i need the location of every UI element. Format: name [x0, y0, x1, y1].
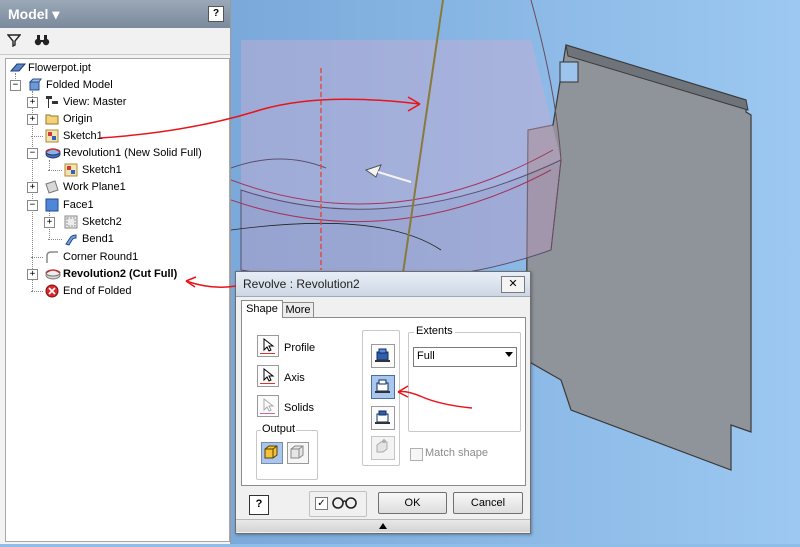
tree-item-folded-model[interactable]: − Folded Model	[10, 77, 220, 93]
tree-item-face1[interactable]: − Face1	[27, 197, 217, 213]
profile-label: Profile	[284, 342, 316, 354]
close-button[interactable]: ✕	[501, 276, 525, 293]
cursor-icon	[263, 398, 275, 412]
collapse-icon[interactable]: −	[27, 148, 38, 159]
part-file-icon	[9, 61, 27, 75]
sketch-icon	[64, 215, 78, 229]
extents-value: Full	[417, 350, 435, 362]
cut-button[interactable]	[371, 375, 395, 399]
expand-icon[interactable]: +	[27, 114, 38, 125]
axis-select-button[interactable]	[257, 365, 279, 387]
dialog-title: Revolve : Revolution2	[243, 277, 360, 291]
operation-group	[362, 330, 400, 466]
new-solid-button[interactable]	[371, 436, 395, 460]
folded-model-icon	[28, 78, 42, 92]
extents-group: Extents Full	[408, 325, 521, 432]
intersect-icon	[375, 410, 390, 424]
join-button[interactable]	[371, 344, 395, 368]
profile-select-button[interactable]	[257, 335, 279, 357]
revolve-dialog: Revolve : Revolution2 ✕ Shape More Profi…	[235, 271, 531, 534]
tree-item-origin[interactable]: + Origin	[27, 111, 217, 127]
model-tree: Flowerpot.ipt − Folded Model + View: Mas…	[5, 58, 230, 542]
output-solid-button[interactable]	[261, 442, 283, 464]
browser-title[interactable]: Model ▾	[8, 6, 59, 23]
surface-icon	[290, 445, 304, 459]
browser-title-bar[interactable]: Model ▾ ?	[0, 0, 230, 28]
axis-label: Axis	[284, 372, 305, 384]
expand-icon[interactable]: +	[44, 217, 55, 228]
match-shape-label: Match shape	[425, 447, 488, 459]
extents-dropdown[interactable]: Full	[413, 347, 517, 367]
tab-more[interactable]: More	[282, 302, 314, 318]
cancel-button[interactable]: Cancel	[453, 492, 523, 514]
corner-round-icon	[45, 250, 59, 264]
tree-item-root[interactable]: Flowerpot.ipt	[9, 60, 220, 76]
tree-item-sketch1[interactable]: Sketch1	[27, 128, 217, 144]
chevron-down-icon	[505, 352, 513, 357]
bend-icon	[64, 232, 78, 246]
tree-item-workplane[interactable]: + Work Plane1	[27, 179, 217, 195]
output-label: Output	[261, 423, 297, 435]
help-icon[interactable]: ?	[208, 6, 224, 22]
shape-tab-panel: Profile Axis Solids Output Extents Full …	[241, 317, 526, 486]
model-browser: Model ▾ ? Flowerpot.ipt − Folded Model +…	[0, 0, 231, 544]
plate-notch	[559, 61, 579, 83]
revolve-icon	[45, 267, 61, 281]
glasses-icon	[332, 496, 358, 513]
tree-item-revolution2[interactable]: + Revolution2 (Cut Full)	[27, 266, 222, 282]
new-solid-icon	[376, 439, 388, 453]
collapse-icon[interactable]: −	[27, 200, 38, 211]
solid-icon	[264, 445, 278, 459]
chevron-up-icon	[379, 523, 387, 529]
sheet-metal-plate	[525, 44, 752, 471]
solids-label: Solids	[284, 402, 314, 414]
folder-icon	[45, 112, 59, 126]
preview-group: ✓	[309, 491, 367, 517]
find-icon[interactable]	[34, 33, 50, 49]
filter-icon[interactable]	[6, 33, 22, 49]
end-of-part-icon	[45, 284, 59, 298]
dialog-collapse-bar[interactable]	[236, 519, 530, 532]
help-button[interactable]: ?	[249, 495, 269, 515]
tree-item-end-of-folded[interactable]: End of Folded	[27, 283, 217, 299]
sketch-icon	[64, 163, 78, 177]
output-surface-button[interactable]	[287, 442, 309, 464]
tree-item-corner-round[interactable]: Corner Round1	[27, 249, 217, 265]
extents-label: Extents	[414, 325, 455, 337]
expand-icon[interactable]: +	[27, 97, 38, 108]
cursor-icon	[263, 338, 275, 352]
tree-item-revolution1[interactable]: − Revolution1 (New Solid Full)	[27, 145, 222, 161]
dialog-title-bar[interactable]: Revolve : Revolution2 ✕	[236, 272, 530, 297]
browser-toolbar	[0, 28, 230, 55]
tree-item-view[interactable]: + View: Master	[27, 94, 217, 110]
tree-item-rev1-sketch[interactable]: Sketch1	[44, 162, 214, 178]
expand-icon[interactable]: +	[27, 182, 38, 193]
face-icon	[45, 198, 59, 212]
work-plane-icon	[45, 180, 59, 194]
ok-button[interactable]: OK	[378, 492, 447, 514]
preview-checkbox[interactable]: ✓	[315, 497, 328, 510]
join-icon	[375, 348, 390, 362]
sketch-icon	[45, 129, 59, 143]
expand-icon[interactable]: +	[27, 269, 38, 280]
cut-icon	[375, 379, 390, 393]
match-shape-checkbox[interactable]	[410, 448, 423, 461]
view-icon	[45, 95, 59, 109]
output-group: Output	[256, 423, 318, 480]
solids-select-button[interactable]	[257, 395, 279, 417]
tree-item-sketch2[interactable]: + Sketch2	[44, 214, 214, 230]
dialog-footer: ? ✓ OK Cancel	[236, 486, 530, 533]
tree-item-bend1[interactable]: Bend1	[44, 231, 214, 247]
collapse-icon[interactable]: −	[10, 80, 21, 91]
revolve-icon	[45, 146, 61, 160]
cursor-icon	[263, 368, 275, 382]
intersect-button[interactable]	[371, 406, 395, 430]
tab-shape[interactable]: Shape	[241, 300, 283, 318]
